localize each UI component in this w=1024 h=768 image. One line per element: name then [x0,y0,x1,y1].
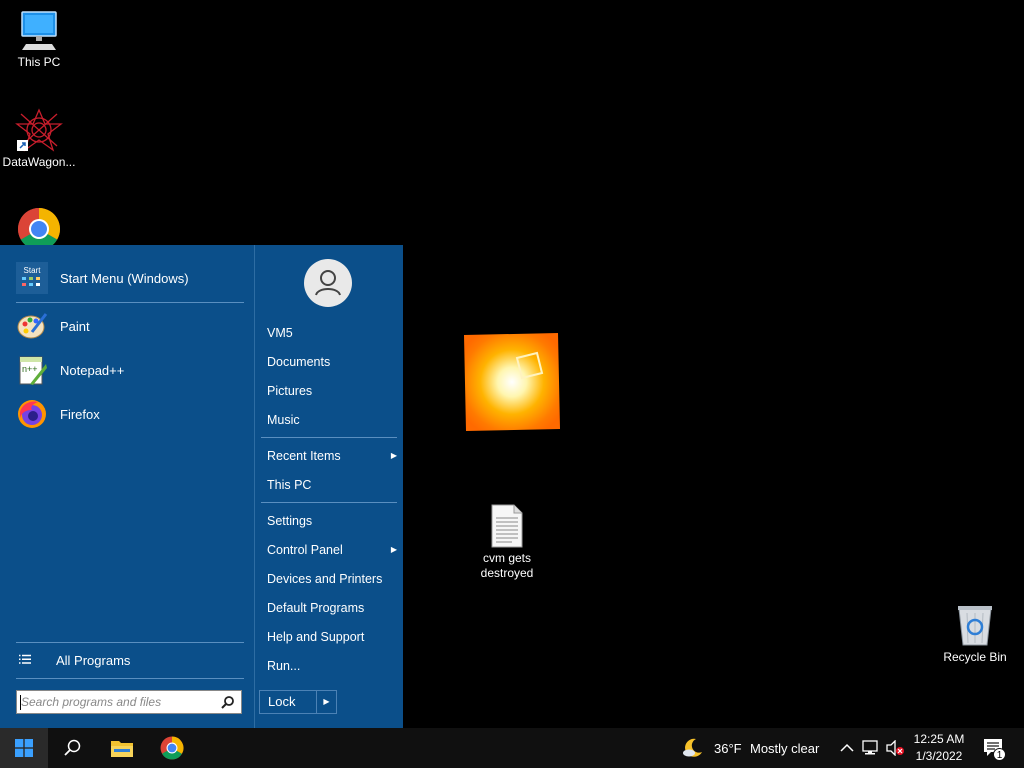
user-icon [315,270,341,296]
pinned-app-firefox[interactable]: Firefox [16,396,100,432]
start-menu-windows-item[interactable]: Start Start Menu (Windows) [16,260,189,296]
start-button[interactable] [0,728,48,768]
lock-label: Lock [268,694,296,709]
place-label: Control Panel [267,543,343,557]
place-label: This PC [267,478,312,492]
place-this-pc[interactable]: This PC [267,476,397,494]
place-label: Pictures [267,384,313,398]
moon-weather-icon[interactable] [682,737,704,759]
paint-icon [17,313,48,339]
start-menu-app-icon-text: Start [23,265,41,275]
pinned-app-paint[interactable]: Paint [16,308,90,344]
place-label: Default Programs [267,601,365,615]
all-programs-label: All Programs [56,652,131,668]
place-settings[interactable]: Settings [267,512,397,530]
all-programs-button[interactable]: All Programs [16,642,130,678]
desktop-icon-label: cvm gets destroyed [480,551,534,580]
volume-muted-icon[interactable] [885,740,905,756]
place-label: Documents [267,355,331,369]
desktop-icon-label: DataWagon... [2,155,76,169]
chrome-icon [160,736,184,760]
weather-temperature[interactable]: 36°F [714,741,742,756]
desktop-icon-datawagon[interactable]: DataWagon... [1,108,77,170]
place-devices-printers[interactable]: Devices and Printers [267,570,397,588]
recycle-bin-icon [958,606,992,646]
pinned-app-label: Notepad++ [60,362,125,378]
taskbar-chrome[interactable] [148,728,196,768]
user-avatar[interactable] [304,259,352,307]
place-run[interactable]: Run... [267,657,397,675]
notification-count-badge: 1 [993,748,1006,761]
power-options-chevron-icon[interactable]: ▶ [317,690,337,714]
desktop-icon-recycle-bin[interactable]: Recycle Bin [937,603,1013,665]
datawagon-icon [15,108,63,152]
chevron-right-icon: ▶ [390,451,397,460]
lock-button[interactable]: Lock [259,690,317,714]
chevron-up-icon[interactable] [840,743,854,753]
place-label: Help and Support [267,630,365,644]
list-icon [19,654,31,664]
desktop-icon-label: This PC [17,55,61,69]
divider [261,437,397,438]
place-music[interactable]: Music [267,411,397,429]
start-menu-windows-label: Start Menu (Windows) [60,270,189,286]
place-label: Run... [267,659,301,673]
clock-time[interactable]: 12:25 AM [904,732,974,746]
svg-text:n++: n++ [22,364,38,374]
search-icon[interactable] [221,695,235,709]
place-vm5[interactable]: VM5 [267,324,397,342]
taskbar-file-explorer[interactable] [98,728,146,768]
notepadpp-icon: n++ [19,356,47,385]
divider [261,502,397,503]
divider [16,302,244,303]
desktop-icon-label: Recycle Bin [943,650,1007,664]
fire-image-icon[interactable] [462,333,562,433]
firefox-icon [18,400,46,428]
place-control-panel[interactable]: Control Panel ▶ [267,541,397,559]
place-label: Devices and Printers [267,572,383,586]
desktop-icon-this-pc[interactable]: This PC [1,10,77,70]
search-icon [64,739,81,756]
start-menu-places-pane: VM5 Documents Pictures Music Recent Item… [254,245,403,728]
text-file-icon [491,504,523,548]
place-recent-items[interactable]: Recent Items ▶ [267,447,397,465]
place-label: VM5 [267,326,293,340]
search-box[interactable] [16,690,242,714]
clock-date[interactable]: 1/3/2022 [904,749,974,763]
place-help-support[interactable]: Help and Support [267,628,397,646]
pinned-app-label: Paint [60,318,90,334]
start-menu-app-icon: Start [16,262,48,294]
taskbar: 36°F Mostly clear 12:25 AM 1/3/2022 1 [0,728,1024,768]
taskbar-search-button[interactable] [48,728,96,768]
computer-icon [21,11,57,50]
place-documents[interactable]: Documents [267,353,397,371]
place-pictures[interactable]: Pictures [267,382,397,400]
divider [16,678,244,679]
place-label: Music [267,413,300,427]
pinned-app-label: Firefox [60,406,100,422]
weather-description[interactable]: Mostly clear [750,741,819,756]
windows-logo-icon [15,739,33,757]
notification-center-button[interactable]: 1 [980,736,1008,761]
start-menu-programs-pane: Start Start Menu (Windows) Paint n++ Not [0,245,254,728]
place-label: Settings [267,514,313,528]
network-icon[interactable] [862,740,880,756]
place-label: Recent Items [267,449,341,463]
pinned-app-notepadpp[interactable]: n++ Notepad++ [16,352,124,388]
desktop-icon-cvm-text-file[interactable]: cvm gets destroyed [469,504,545,581]
place-default-programs[interactable]: Default Programs [267,599,397,617]
chevron-right-icon: ▶ [390,545,397,554]
start-menu: Start Start Menu (Windows) Paint n++ Not [0,245,403,728]
folder-icon [111,741,133,757]
search-input[interactable] [21,694,216,710]
